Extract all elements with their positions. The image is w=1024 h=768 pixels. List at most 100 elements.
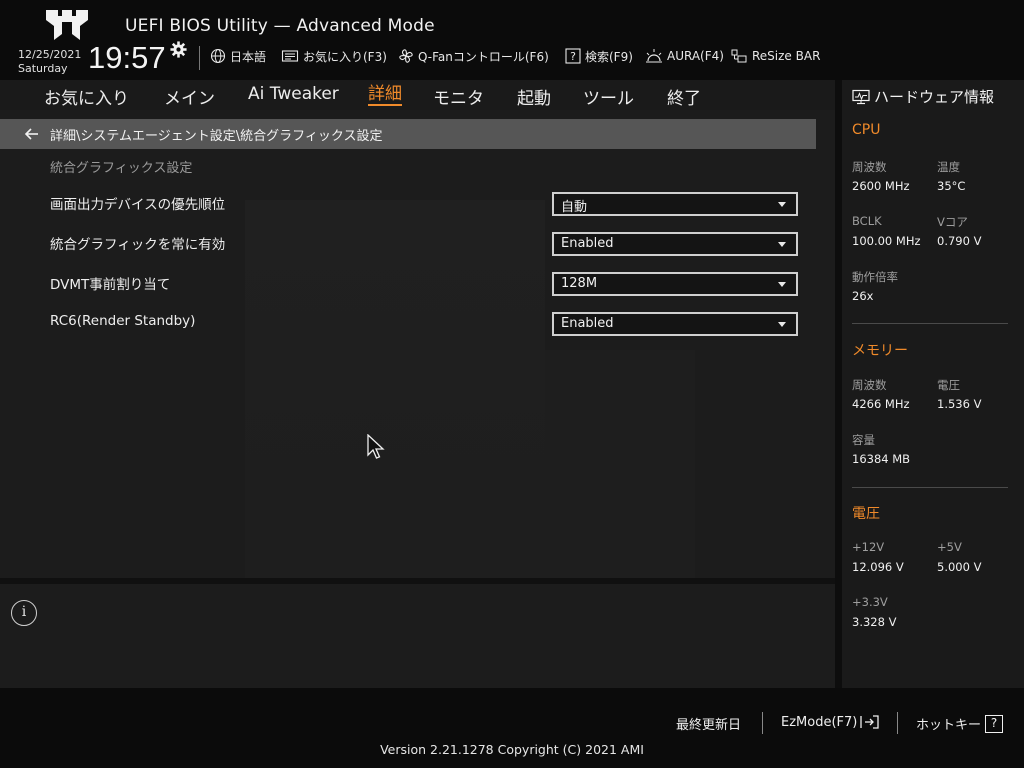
globe-icon xyxy=(210,48,226,64)
cpu-freq-label: 周波数 xyxy=(852,160,887,174)
day-display: Saturday xyxy=(18,62,68,75)
setting-label-dvmt-prealloc: DVMT事前割り当て xyxy=(50,277,171,293)
version-info: Version 2.21.1278 Copyright (C) 2021 AMI xyxy=(380,742,644,757)
resize-bar-label: ReSize BAR xyxy=(752,49,821,63)
cpu-temp-value: 35°C xyxy=(937,179,966,193)
hotkeys-button[interactable]: ホットキー ? xyxy=(916,714,1004,733)
hardware-monitor-panel: ハードウェア情報 CPU 周波数 温度 2600 MHz 35°C BCLK V… xyxy=(842,80,1024,688)
hardware-monitor-label: ハードウェア情報 xyxy=(874,88,995,106)
favorites-icon xyxy=(281,50,299,62)
bclk-label: BCLK xyxy=(852,214,882,228)
last-modified-label: 最終更新日 xyxy=(676,718,742,733)
menu-boot[interactable]: 起動 xyxy=(517,84,551,109)
breadcrumb: 詳細\システムエージェント設定\統合グラフィックス設定 xyxy=(50,129,383,144)
date-display: 12/25/2021 xyxy=(18,48,82,61)
setting-label-igpu-always-on: 統合グラフィックを常に有効 xyxy=(50,237,226,253)
aura-label: AURA(F4) xyxy=(667,49,724,63)
mem-freq-value: 4266 MHz xyxy=(852,397,910,411)
dvmt-prealloc-select[interactable]: 128M xyxy=(552,272,798,296)
v12-label: +12V xyxy=(852,540,885,554)
setting-label-display-priority: 画面出力デバイスの優先順位 xyxy=(50,197,226,213)
menu-exit[interactable]: 終了 xyxy=(667,84,701,109)
footer-bar: 最終更新日 EzMode(F7) ホットキー ? Version 2.21.12… xyxy=(0,688,1024,768)
resize-bar-button[interactable]: ReSize BAR xyxy=(730,46,820,66)
favorites-button[interactable]: お気に入り(F3) xyxy=(281,46,387,66)
ezmode-button[interactable]: EzMode(F7) xyxy=(781,714,881,730)
hardware-divider xyxy=(852,323,1008,324)
display-priority-select[interactable]: 自動 xyxy=(552,192,798,216)
menu-tool[interactable]: ツール xyxy=(583,84,634,109)
mem-volt-label: 電圧 xyxy=(937,378,960,392)
aura-icon xyxy=(646,49,662,63)
menu-favorites[interactable]: お気に入り xyxy=(44,84,129,109)
hardware-divider xyxy=(852,487,1008,488)
help-panel: i xyxy=(0,584,835,688)
qfan-button[interactable]: Q-Fanコントロール(F6) xyxy=(398,46,549,66)
clock-display[interactable]: 19:57 xyxy=(88,40,166,76)
rc6-select[interactable]: Enabled xyxy=(552,312,798,336)
dropdown-arrow-icon xyxy=(778,202,786,207)
footer-divider xyxy=(897,712,898,734)
tuf-logo xyxy=(46,10,88,40)
menu-main[interactable]: メイン xyxy=(164,84,215,109)
dropdown-arrow-icon xyxy=(778,322,786,327)
menu-monitor[interactable]: モニタ xyxy=(433,84,484,109)
voltage-heading: 電圧 xyxy=(852,506,880,522)
search-button[interactable]: ? 検索(F9) xyxy=(565,46,633,66)
language-button[interactable]: 日本語 xyxy=(210,46,266,66)
v33-value: 3.328 V xyxy=(852,615,897,629)
search-label: 検索(F9) xyxy=(585,49,633,64)
favorites-label: お気に入り(F3) xyxy=(303,49,387,64)
ratio-value: 26x xyxy=(852,289,874,303)
vcore-value: 0.790 V xyxy=(937,234,982,248)
qfan-label: Q-Fanコントロール(F6) xyxy=(418,49,549,64)
display-priority-value: 自動 xyxy=(561,200,588,215)
footer-divider xyxy=(762,712,763,734)
cpu-temp-label: 温度 xyxy=(937,160,960,174)
section-heading: 統合グラフィックス設定 xyxy=(50,161,193,176)
ratio-label: 動作倍率 xyxy=(852,270,898,284)
last-modified-button[interactable]: 最終更新日 xyxy=(676,714,741,733)
mem-freq-label: 周波数 xyxy=(852,378,887,392)
resize-bar-icon xyxy=(731,49,747,63)
bclk-value: 100.00 MHz xyxy=(852,234,921,248)
svg-text:?: ? xyxy=(570,50,576,63)
mouse-cursor-icon xyxy=(367,434,385,459)
igpu-always-on-select[interactable]: Enabled xyxy=(552,232,798,256)
cpu-heading: CPU xyxy=(852,122,881,138)
settings-panel: 詳細\システムエージェント設定\統合グラフィックス設定 統合グラフィックス設定 … xyxy=(0,110,835,578)
mem-capacity-label: 容量 xyxy=(852,433,875,447)
menu-ai-tweaker[interactable]: Ai Tweaker xyxy=(248,84,339,104)
hardware-monitor-title: ハードウェア情報 xyxy=(852,86,994,107)
gear-icon[interactable] xyxy=(170,41,187,58)
fan-icon xyxy=(399,49,413,63)
toolbar-divider xyxy=(199,46,200,70)
background-decoration xyxy=(245,200,545,578)
dropdown-arrow-icon xyxy=(778,282,786,287)
background-decoration xyxy=(545,350,695,578)
breadcrumb-bar: 詳細\システムエージェント設定\統合グラフィックス設定 xyxy=(0,119,816,149)
vcore-label: Vコア xyxy=(937,215,968,229)
ezmode-label: EzMode(F7) xyxy=(781,714,858,730)
main-menu: お気に入り メイン Ai Tweaker 詳細 モニタ 起動 ツール 終了 xyxy=(0,80,835,110)
v5-value: 5.000 V xyxy=(937,560,982,574)
mem-volt-value: 1.536 V xyxy=(937,397,982,411)
info-icon: i xyxy=(11,600,37,626)
language-label: 日本語 xyxy=(230,49,267,64)
rc6-value: Enabled xyxy=(561,316,614,331)
header-bar: UEFI BIOS Utility — Advanced Mode 12/25/… xyxy=(0,0,1024,80)
menu-advanced[interactable]: 詳細 xyxy=(368,84,402,106)
igpu-always-on-value: Enabled xyxy=(561,236,614,251)
mem-capacity-value: 16384 MB xyxy=(852,452,911,466)
v5-label: +5V xyxy=(937,540,962,554)
cpu-freq-value: 2600 MHz xyxy=(852,179,910,193)
v12-value: 12.096 V xyxy=(852,560,904,574)
aura-button[interactable]: AURA(F4) xyxy=(645,46,724,66)
back-arrow-icon[interactable] xyxy=(24,126,40,142)
help-icon: ? xyxy=(985,714,1004,733)
help-search-icon: ? xyxy=(565,48,581,64)
hotkeys-label: ホットキー xyxy=(916,718,982,733)
memory-heading: メモリー xyxy=(852,343,908,359)
dvmt-prealloc-value: 128M xyxy=(561,276,598,291)
app-title: UEFI BIOS Utility — Advanced Mode xyxy=(125,16,435,36)
